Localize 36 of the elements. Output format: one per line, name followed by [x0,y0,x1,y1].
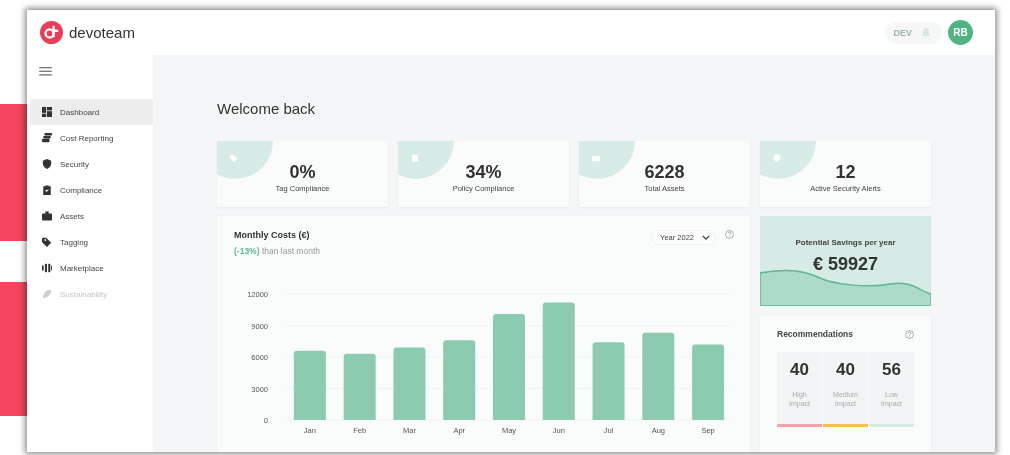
impact-count: 56 [882,360,901,380]
tag-icon [230,154,238,162]
savings-title: Potential Savings per year [795,238,896,247]
shield-icon [773,154,781,162]
savings-amount: € 59927 [812,254,879,275]
stat-value: 6228 [644,161,685,182]
sidebar-item[interactable]: Tagging [30,229,153,255]
sidebar-item[interactable]: Dashboard [30,99,153,125]
bars-icon [42,263,52,273]
tag-icon [42,237,52,247]
chart-bar [343,353,376,420]
impact-count: 40 [790,360,809,380]
page-title: Welcome back [217,100,317,118]
stat-value: 34% [465,161,502,182]
dashboard-icon [42,107,52,117]
shield-icon [42,159,52,169]
help-icon[interactable] [725,230,734,239]
help-icon[interactable] [905,329,914,339]
sidebar-item[interactable]: Security [30,151,153,177]
sidebar-item[interactable]: Assets [30,203,153,229]
caret-icon [702,235,710,240]
stat-value: 12 [835,161,856,182]
chart-title: Monthly Costs (€) [234,230,311,240]
recommendations-title: Recommendations [777,329,854,339]
change-note: (-13%) than last month [234,246,321,256]
logo-icon [40,21,63,44]
chart-bar [293,350,326,420]
menu-icon[interactable] [39,67,52,76]
impact-count: 40 [836,360,855,380]
sidebar-item[interactable]: Marketplace [30,255,153,281]
sidebar-item[interactable]: Cost Reporting [30,125,153,151]
stack-icon [42,133,52,143]
stat-value: 0% [289,161,316,182]
leaf-icon [42,289,52,299]
sidebar-item[interactable]: Compliance [30,177,153,203]
brand-name: devoteam [69,24,135,41]
